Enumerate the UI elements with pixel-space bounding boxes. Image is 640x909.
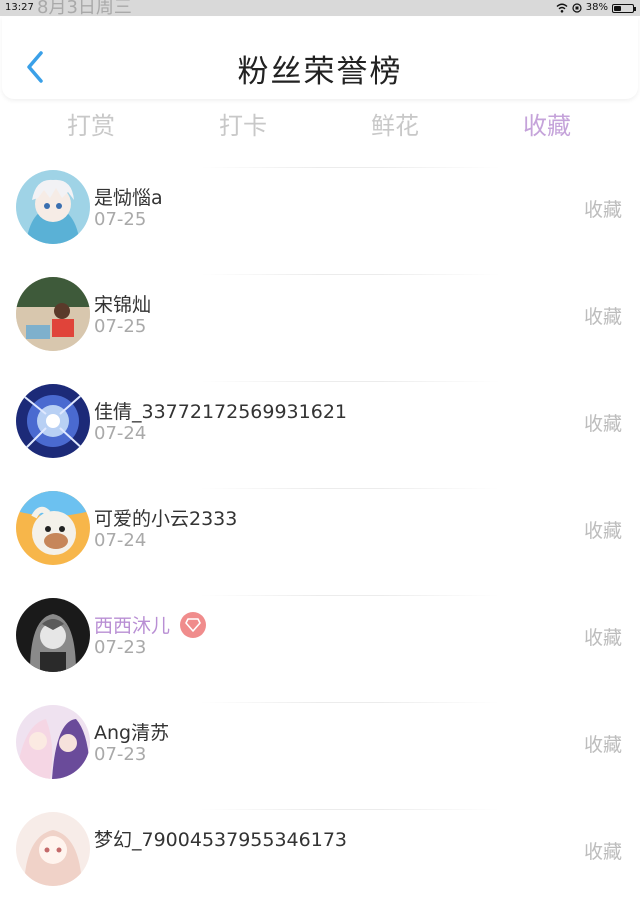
status-time: 13:27 (5, 2, 34, 13)
diamond-icon (180, 611, 207, 638)
fan-date: 07-25 (94, 316, 147, 337)
status-bar: 13:27 8月3日周三 38% (0, 0, 640, 18)
divider (200, 702, 500, 703)
fan-list: 是恸惱a 07-25 收藏 宋锦灿 07-25 收藏 佳倩_3377217256… (0, 160, 640, 909)
status-right: 38% (556, 0, 636, 16)
tab-bar: 打赏 打卡 鲜花 收藏 (0, 102, 640, 142)
battery-icon (612, 3, 636, 13)
page-title: 粉丝荣誉榜 (237, 54, 403, 90)
divider (200, 381, 500, 382)
fan-name: Ang清苏 (94, 722, 170, 744)
tab-flowers[interactable]: 鲜花 (355, 106, 435, 141)
fan-date: 07-25 (94, 209, 147, 230)
fan-date: 07-24 (94, 423, 147, 444)
tab-checkin[interactable]: 打卡 (203, 106, 283, 141)
fan-name: 梦幻_79004537955346173 (94, 829, 348, 851)
list-item[interactable]: Ang清苏 07-23 收藏 (0, 695, 640, 802)
fan-action-label: 收藏 (583, 734, 622, 756)
list-item[interactable]: 可爱的小云2333 07-24 收藏 (0, 481, 640, 588)
avatar[interactable] (16, 812, 90, 886)
fan-action-label: 收藏 (583, 306, 622, 328)
list-item[interactable]: 梦幻_79004537955346173 收藏 (0, 802, 640, 909)
fan-action-label: 收藏 (583, 520, 622, 542)
fan-action-label: 收藏 (583, 199, 622, 221)
fan-name: 是恸惱a (94, 187, 163, 209)
fan-date: 07-23 (94, 744, 147, 765)
avatar[interactable] (16, 384, 90, 458)
avatar[interactable] (16, 277, 90, 351)
fan-date: 07-24 (94, 530, 147, 551)
divider (200, 167, 500, 168)
avatar[interactable] (16, 705, 90, 779)
tab-reward[interactable]: 打赏 (51, 106, 131, 141)
list-item[interactable]: 佳倩_3377217256993162​1 07-24 收藏 (0, 374, 640, 481)
fan-action-label: 收藏 (583, 627, 622, 649)
divider (200, 595, 500, 596)
list-item[interactable]: 西西沐儿 07-23 收藏 (0, 588, 640, 695)
fan-name: 宋锦灿 (94, 294, 152, 316)
list-item[interactable]: 是恸惱a 07-25 收藏 (0, 160, 640, 267)
divider (200, 488, 500, 489)
divider (200, 809, 500, 810)
fan-date: 07-23 (94, 637, 147, 658)
status-date: 8月3日周三 (37, 0, 132, 18)
wifi-icon (556, 3, 568, 13)
orientation-lock-icon (572, 3, 582, 13)
divider (200, 274, 500, 275)
avatar[interactable] (16, 598, 90, 672)
battery-percent: 38% (585, 2, 608, 13)
fan-action-label: 收藏 (583, 841, 622, 863)
fan-name: 可爱的小云2333 (94, 508, 238, 530)
header: 粉丝荣誉榜 (2, 17, 638, 99)
fan-action-label: 收藏 (583, 413, 622, 435)
avatar[interactable] (16, 170, 90, 244)
fan-name: 西西沐儿 (94, 611, 207, 638)
list-item[interactable]: 宋锦灿 07-25 收藏 (0, 267, 640, 374)
avatar[interactable] (16, 491, 90, 565)
fan-name: 佳倩_3377217256993162​1 (94, 401, 348, 423)
tab-favorites[interactable]: 收藏 (507, 106, 587, 141)
